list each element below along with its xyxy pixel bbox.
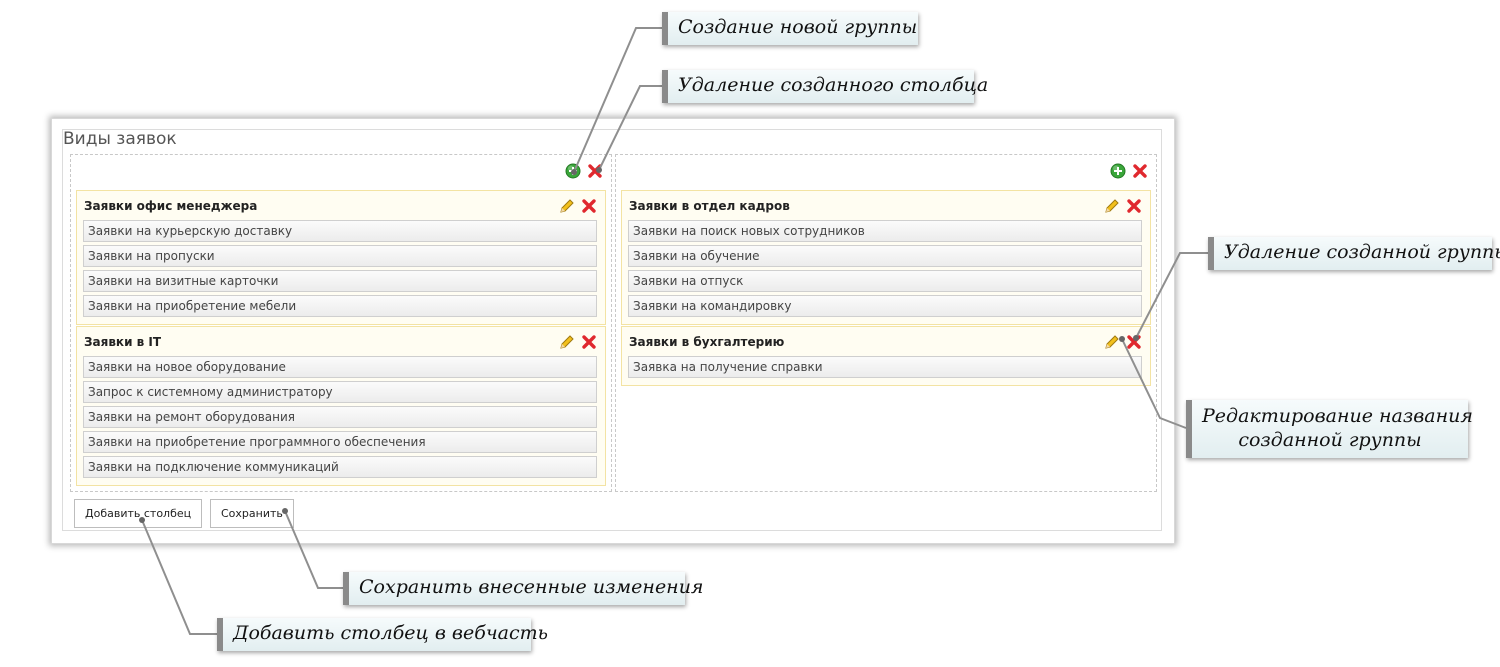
list-item[interactable]: Заявки на приобретение мебели (83, 295, 597, 317)
list-item[interactable]: Заявки на пропуски (83, 245, 597, 267)
edit-group-icon[interactable] (1104, 198, 1120, 214)
add-column-button[interactable]: Добавить столбец (74, 499, 203, 528)
panel-title: Виды заявок (63, 129, 177, 149)
list-item[interactable]: Заявки на новое оборудование (83, 356, 597, 378)
edit-group-icon[interactable] (559, 334, 575, 350)
callout-delete-group: Удаление созданной группы (1208, 237, 1500, 270)
column-right: Заявки в отдел кадров Заявки на поиск но… (615, 154, 1157, 492)
callout-edit-line1: Редактирование названия (1202, 405, 1473, 427)
delete-group-icon[interactable] (1126, 334, 1142, 350)
list-item[interactable]: Заявки на обучение (628, 245, 1142, 267)
group-accounting: Заявки в бухгалтерию Заявка на получение… (621, 326, 1151, 386)
edit-group-icon[interactable] (559, 198, 575, 214)
group-it: Заявки в IT Заявки на новое оборудование… (76, 326, 606, 486)
list-item[interactable]: Заявки на ремонт оборудования (83, 406, 597, 428)
delete-column-icon[interactable] (587, 163, 603, 179)
list-item[interactable]: Заявки на курьерскую доставку (83, 220, 597, 242)
list-item[interactable]: Заявки на визитные карточки (83, 270, 597, 292)
list-item[interactable]: Заявка на получение справки (628, 356, 1142, 378)
column-left: Заявки офис менеджера Заявки на курьерск… (70, 154, 612, 492)
callout-save-changes: Сохранить внесенные изменения (343, 572, 704, 605)
callout-edit-line2: созданной группы (1238, 429, 1422, 451)
webpart-panel: Виды заявок Заявки офис менеджера Заявки… (51, 118, 1175, 544)
list-item[interactable]: Заявки на приобретение программного обес… (83, 431, 597, 453)
group-title: Заявки в IT (84, 335, 162, 349)
delete-group-icon[interactable] (581, 334, 597, 350)
delete-group-icon[interactable] (581, 198, 597, 214)
callout-add-column-webpart: Добавить столбец в вебчасть (217, 618, 548, 651)
group-title: Заявки офис менеджера (84, 199, 258, 213)
list-item[interactable]: Заявки на командировку (628, 295, 1142, 317)
list-item[interactable]: Заявки на поиск новых сотрудников (628, 220, 1142, 242)
delete-column-icon[interactable] (1132, 163, 1148, 179)
list-item[interactable]: Запрос к системному администратору (83, 381, 597, 403)
add-group-icon[interactable] (565, 163, 581, 179)
group-office-manager: Заявки офис менеджера Заявки на курьерск… (76, 190, 606, 325)
group-title: Заявки в бухгалтерию (629, 335, 785, 349)
callout-create-group: Создание новой группы (662, 12, 918, 45)
delete-group-icon[interactable] (1126, 198, 1142, 214)
edit-group-icon[interactable] (1104, 334, 1120, 350)
add-group-icon[interactable] (1110, 163, 1126, 179)
list-item[interactable]: Заявки на отпуск (628, 270, 1142, 292)
callout-edit-group-name: Редактирование названия созданной группы (1186, 400, 1473, 458)
group-title: Заявки в отдел кадров (629, 199, 790, 213)
group-hr: Заявки в отдел кадров Заявки на поиск но… (621, 190, 1151, 325)
list-item[interactable]: Заявки на подключение коммуникаций (83, 456, 597, 478)
save-button[interactable]: Сохранить (210, 499, 294, 528)
callout-delete-column: Удаление созданного столбца (662, 70, 988, 103)
